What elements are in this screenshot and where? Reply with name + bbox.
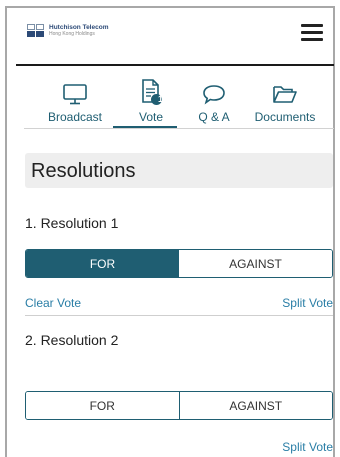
folder-icon — [273, 86, 297, 103]
tab-vote[interactable]: 1 Vote — [120, 78, 182, 130]
resolution-divider — [25, 315, 333, 316]
resolution-1-against-button[interactable]: AGAINST — [179, 250, 332, 277]
tab-documents-label: Documents — [254, 110, 316, 124]
resolution-1-split-vote-link[interactable]: Split Vote — [282, 296, 333, 310]
tab-vote-label: Vote — [138, 110, 164, 124]
tab-bar-divider — [24, 128, 334, 129]
resolution-1-for-button[interactable]: FOR — [26, 250, 179, 277]
resolution-2-for-button[interactable]: FOR — [26, 392, 180, 419]
chat-bubble-icon — [203, 85, 225, 105]
header-divider — [16, 64, 334, 66]
logo-mark-icon — [27, 24, 45, 38]
clear-vote-link[interactable]: Clear Vote — [25, 296, 81, 310]
resolutions-header: Resolutions — [25, 153, 333, 188]
tab-qa[interactable]: Q & A — [186, 78, 242, 130]
section-title: Resolutions — [31, 160, 136, 182]
vote-badge-count: 1 — [158, 94, 164, 104]
app-frame — [5, 6, 335, 457]
company-logo: Hutchison Telecom Hong Kong Holdings — [27, 24, 108, 38]
tab-broadcast[interactable]: Broadcast — [36, 78, 114, 130]
logo-name: Hutchison Telecom — [49, 24, 109, 31]
monitor-icon — [63, 84, 87, 105]
logo-subtitle: Hong Kong Holdings — [49, 31, 95, 37]
resolution-2-split-vote-link[interactable]: Split Vote — [282, 440, 333, 454]
resolution-1-title: 1. Resolution 1 — [25, 215, 119, 231]
resolution-2-against-button[interactable]: AGAINST — [179, 392, 332, 419]
resolution-1-vote-buttons: FOR AGAINST — [25, 249, 333, 278]
hamburger-menu-icon[interactable] — [301, 24, 323, 42]
resolution-2-vote-buttons: FOR AGAINST — [25, 391, 333, 420]
active-tab-indicator — [113, 126, 177, 128]
tab-bar: Broadcast 1 Vote Q & A Documents — [36, 78, 324, 130]
tab-broadcast-label: Broadcast — [47, 110, 103, 124]
tab-documents[interactable]: Documents — [246, 78, 324, 130]
app-header: Hutchison Telecom Hong Kong Holdings — [7, 8, 333, 64]
resolution-2-title: 2. Resolution 2 — [25, 332, 119, 348]
tab-qa-label: Q & A — [198, 110, 230, 124]
